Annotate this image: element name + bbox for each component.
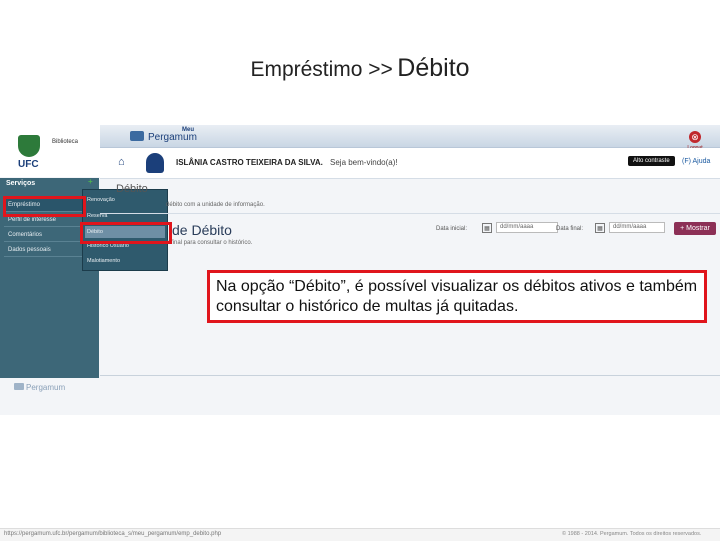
show-button[interactable]: + Mostrar xyxy=(674,222,716,235)
help-link[interactable]: (F) Ajuda xyxy=(682,158,710,165)
browser-status-bar: https://pergamum.ufc.br/pergamum/bibliot… xyxy=(0,528,720,541)
date-end-input[interactable]: dd/mm/aaaa xyxy=(609,222,665,233)
callout-box: Na opção “Débito”, é possível visualizar… xyxy=(207,270,707,323)
status-url: https://pergamum.ufc.br/pergamum/bibliot… xyxy=(4,531,222,537)
ufc-logo-text: UFC xyxy=(18,159,39,170)
page-title: de Débito xyxy=(172,222,232,238)
pergamum-logo-icon xyxy=(130,131,144,141)
home-icon[interactable]: ⌂ xyxy=(118,156,125,168)
slide-title-current: Débito xyxy=(397,54,470,82)
date-start-label: Data inicial: xyxy=(436,226,468,232)
calendar-icon[interactable]: ▦ xyxy=(482,223,492,233)
divider xyxy=(100,375,720,376)
date-end-label: Data final: xyxy=(556,226,584,232)
submenu-item-malotiamento[interactable]: Malotiamento xyxy=(85,255,165,267)
slide-title-breadcrumb: Empréstimo >> xyxy=(250,58,393,81)
calendar-icon[interactable]: ▦ xyxy=(595,223,605,233)
footer-logo: Pergamum xyxy=(14,383,65,392)
logout-icon: ⊗ xyxy=(689,131,701,143)
sidebar-item-comentarios[interactable]: Comentários xyxy=(4,228,90,242)
highlight-debito xyxy=(80,222,172,244)
copyright-text: © 1988 - 2014. Pergamum. Todos os direit… xyxy=(562,531,702,537)
sidebar-title: Serviços xyxy=(6,180,36,187)
welcome-text: Seja bem-vindo(a)! xyxy=(330,158,398,167)
plus-icon: + xyxy=(88,177,93,186)
info-line: débito com a unidade de informação. xyxy=(166,202,265,208)
library-logo-text: Biblioteca xyxy=(52,139,79,145)
submenu-item-reserva[interactable]: Reserva xyxy=(85,210,165,222)
divider xyxy=(100,213,720,214)
logo-area: UFC Biblioteca xyxy=(0,125,101,177)
user-bar: ⌂ ISLÂNIA CASTRO TEIXEIRA DA SILVA. Seja… xyxy=(100,148,720,179)
submenu-item-renovacao[interactable]: Renovação xyxy=(85,194,165,206)
brand-name: Pergamum xyxy=(148,132,197,143)
slide-title: Empréstimo >> Débito xyxy=(0,54,720,83)
highlight-emprestimo xyxy=(3,196,86,217)
user-name: ISLÂNIA CASTRO TEIXEIRA DA SILVA. xyxy=(176,158,323,167)
footer-logo-text: Pergamum xyxy=(26,383,66,392)
period-hint: e final para consultar o histórico. xyxy=(166,240,253,246)
date-start-input[interactable]: dd/mm/aaaa xyxy=(496,222,558,233)
user-avatar xyxy=(146,153,164,173)
section-title: Débito xyxy=(116,183,148,195)
top-bar: Meu Pergamum ⊗ Logout xyxy=(100,125,720,151)
high-contrast-button[interactable]: Alto contraste xyxy=(628,156,675,166)
ufc-shield-icon xyxy=(18,135,40,157)
pergamum-footer-icon xyxy=(14,383,24,390)
sidebar-item-dados[interactable]: Dados pessoais xyxy=(4,243,90,257)
